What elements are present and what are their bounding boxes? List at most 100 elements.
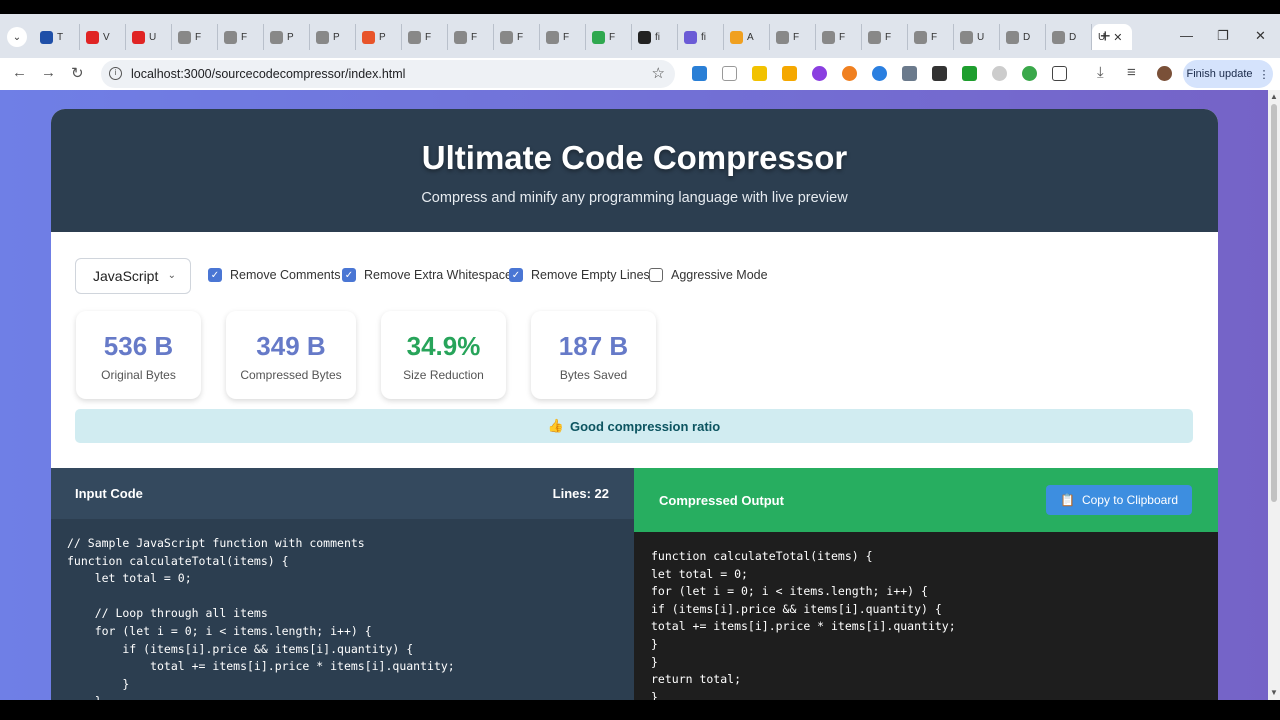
bottom-border: [0, 700, 1280, 720]
extension-icon-4[interactable]: [782, 66, 797, 81]
more-vertical-icon: ⋮: [1258, 68, 1270, 81]
stat-value: 536 B: [103, 331, 174, 361]
tab-close-icon[interactable]: ✕: [1113, 31, 1122, 44]
checkbox-checked-icon[interactable]: ✓: [208, 268, 222, 282]
browser-tab[interactable]: F: [862, 24, 908, 50]
site-info-icon[interactable]: i: [109, 67, 122, 80]
clipboard-icon: 📋: [1059, 493, 1075, 507]
checkbox-label: Remove Empty Lines: [531, 268, 650, 282]
maximize-icon[interactable]: ❐: [1217, 28, 1229, 44]
extension-icon-3[interactable]: [752, 66, 767, 81]
copy-to-clipboard-button[interactable]: 📋 Copy to Clipboard: [1046, 485, 1192, 515]
tab-label: F: [931, 31, 938, 43]
checkbox-checked-icon[interactable]: ✓: [342, 268, 356, 282]
download-arrow-extension-icon[interactable]: [962, 66, 977, 81]
aggressive-mode-checkbox[interactable]: Aggressive Mode: [649, 268, 768, 282]
checkbox-label: Remove Extra Whitespace: [364, 268, 512, 282]
browser-tab[interactable]: fi: [678, 24, 724, 50]
scroll-up-arrow-icon[interactable]: ▲: [1270, 92, 1278, 101]
remove-empty-lines-checkbox[interactable]: ✓ Remove Empty Lines: [509, 268, 650, 282]
tab-favicon-icon: [730, 30, 743, 44]
browser-tab[interactable]: P: [264, 24, 310, 50]
page-scrollbar[interactable]: ▲ ▼: [1268, 90, 1280, 700]
tab-label: F: [517, 31, 524, 43]
browser-tab[interactable]: fi: [632, 24, 678, 50]
browser-tab[interactable]: F: [448, 24, 494, 50]
browser-tab[interactable]: F: [218, 24, 264, 50]
minimize-icon[interactable]: —: [1180, 28, 1193, 43]
browser-tab[interactable]: F: [172, 24, 218, 50]
active-browser-tab[interactable]: U ✕: [1092, 24, 1132, 50]
browser-tab[interactable]: F: [494, 24, 540, 50]
language-select[interactable]: JavaScript ⌄: [75, 258, 191, 294]
browser-tab[interactable]: F: [770, 24, 816, 50]
extension-icon-1[interactable]: [692, 66, 707, 81]
reload-icon[interactable]: ↻: [71, 64, 84, 82]
compressed-output-code: function calculateTotal(items) { let tot…: [651, 549, 956, 700]
top-border: [0, 0, 1280, 14]
bookmark-star-icon[interactable]: ☆: [652, 64, 665, 82]
tab-label: D: [1023, 31, 1031, 43]
tab-label: A: [747, 31, 754, 43]
browser-tab[interactable]: F: [586, 24, 632, 50]
tab-favicon-icon: [868, 30, 881, 44]
tab-favicon-icon: [960, 30, 973, 44]
browser-tab[interactable]: F: [816, 24, 862, 50]
browser-tab[interactable]: U: [126, 24, 172, 50]
tab-favicon-icon: [362, 30, 375, 44]
extensions-puzzle-icon[interactable]: [1052, 66, 1067, 81]
scroll-down-arrow-icon[interactable]: ▼: [1270, 688, 1278, 697]
back-arrow-icon[interactable]: ←: [12, 64, 27, 81]
output-panel-header: Compressed Output 📋 Copy to Clipboard: [634, 468, 1218, 532]
checkbox-unchecked-icon[interactable]: [649, 268, 663, 282]
browser-tab[interactable]: D: [1000, 24, 1046, 50]
extension-icon-8[interactable]: [902, 66, 917, 81]
forward-arrow-icon[interactable]: →: [41, 64, 56, 81]
app-header: Ultimate Code Compressor Compress and mi…: [51, 109, 1218, 232]
browser-tab[interactable]: F: [540, 24, 586, 50]
stat-value: 187 B: [558, 331, 629, 361]
browser-tab[interactable]: P: [356, 24, 402, 50]
checkbox-label: Remove Comments: [230, 268, 341, 282]
chevron-down-icon: ⌄: [167, 270, 176, 281]
remove-extra-whitespace-checkbox[interactable]: ✓ Remove Extra Whitespace: [342, 268, 512, 282]
downloads-icon[interactable]: ⤓: [1097, 64, 1104, 81]
browser-tab[interactable]: T: [34, 24, 80, 50]
remove-comments-checkbox[interactable]: ✓ Remove Comments: [208, 268, 340, 282]
browser-tab[interactable]: V: [80, 24, 126, 50]
scrollbar-thumb[interactable]: [1271, 104, 1277, 502]
media-controls-icon[interactable]: ≡: [1127, 64, 1136, 81]
extension-icon-9[interactable]: [932, 66, 947, 81]
stat-label: Original Bytes: [101, 368, 176, 382]
browser-tab[interactable]: A: [724, 24, 770, 50]
extension-icon-6[interactable]: [842, 66, 857, 81]
tab-label: P: [333, 31, 340, 43]
stat-bytes-saved: 187 B Bytes Saved: [531, 311, 656, 399]
browser-tab[interactable]: U: [954, 24, 1000, 50]
browser-tab[interactable]: F: [402, 24, 448, 50]
extension-icon-2[interactable]: [722, 66, 737, 81]
input-panel-title: Input Code: [75, 486, 143, 501]
input-code-editor[interactable]: // Sample JavaScript function with comme…: [51, 519, 634, 700]
extension-icon-11[interactable]: [992, 66, 1007, 81]
tab-label: U: [149, 31, 157, 43]
tab-label: F: [471, 31, 478, 43]
tab-favicon-icon: [546, 30, 559, 44]
browser-tab[interactable]: F: [908, 24, 954, 50]
browser-tab[interactable]: P: [310, 24, 356, 50]
extension-icon-7[interactable]: [872, 66, 887, 81]
checkbox-checked-icon[interactable]: ✓: [509, 268, 523, 282]
tab-search-chevron-icon[interactable]: ⌄: [7, 27, 27, 47]
extension-icon-12[interactable]: [1022, 66, 1037, 81]
stat-label: Size Reduction: [403, 368, 484, 382]
browser-tab[interactable]: D: [1046, 24, 1092, 50]
profile-avatar[interactable]: [1157, 66, 1172, 81]
url-text[interactable]: localhost:3000/sourcecodecompressor/inde…: [131, 67, 405, 81]
address-bar[interactable]: i localhost:3000/sourcecodecompressor/in…: [101, 60, 675, 88]
finish-update-button[interactable]: Finish update ⋮: [1183, 60, 1273, 88]
new-tab-plus-icon[interactable]: +: [1100, 26, 1111, 47]
window-close-icon[interactable]: ✕: [1255, 28, 1266, 44]
copy-button-label: Copy to Clipboard: [1081, 493, 1178, 507]
extension-icon-5[interactable]: [812, 66, 827, 81]
stat-label: Compressed Bytes: [240, 368, 342, 382]
